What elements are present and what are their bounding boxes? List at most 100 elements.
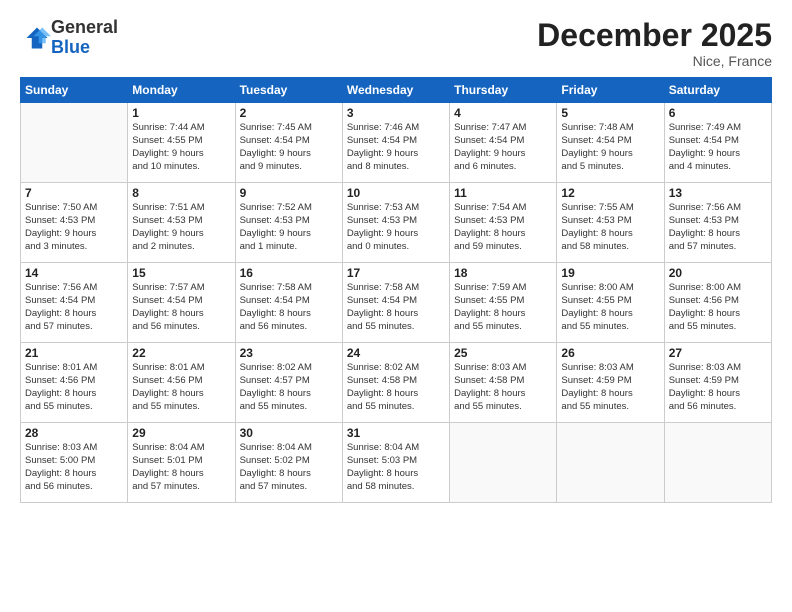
calendar-cell: 13 Sunrise: 7:56 AMSunset: 4:53 PMDayligh… xyxy=(664,183,771,263)
weekday-header-row: SundayMondayTuesdayWednesdayThursdayFrid… xyxy=(21,78,772,103)
calendar-cell: 11Sunrise: 7:54 AMSunset: 4:53 PMDayligh… xyxy=(450,183,557,263)
weekday-header-sunday: Sunday xyxy=(21,78,128,103)
logo: General Blue xyxy=(20,18,118,58)
calendar-cell: 8Sunrise: 7:51 AMSunset: 4:53 PMDaylight… xyxy=(128,183,235,263)
day-number: 24 xyxy=(347,346,445,360)
weekday-header-monday: Monday xyxy=(128,78,235,103)
day-info: Sunrise: 7:59 AMSunset: 4:55 PMDaylight:… xyxy=(454,282,552,333)
day-number: 15 xyxy=(132,266,230,280)
day-info: Sunrise: 8:00 AMSunset: 4:55 PMDaylight:… xyxy=(561,282,659,333)
day-number: 19 xyxy=(561,266,659,280)
calendar-cell xyxy=(21,103,128,183)
day-number: 10 xyxy=(347,186,445,200)
calendar: SundayMondayTuesdayWednesdayThursdayFrid… xyxy=(20,77,772,503)
day-info: Sunrise: 7:54 AMSunset: 4:53 PMDaylight:… xyxy=(454,202,552,253)
week-row-4: 21 Sunrise: 8:01 AMSunset: 4:56 PMDayligh… xyxy=(21,343,772,423)
logo-blue: Blue xyxy=(51,38,118,58)
day-info: Sunrise: 7:55 AMSunset: 4:53 PMDaylight:… xyxy=(561,202,659,253)
calendar-cell: 30 Sunrise: 8:04 AMSunset: 5:02 PMDayligh… xyxy=(235,423,342,503)
calendar-cell: 7 Sunrise: 7:50 AMSunset: 4:53 PMDaylight… xyxy=(21,183,128,263)
calendar-cell: 22Sunrise: 8:01 AMSunset: 4:56 PMDayligh… xyxy=(128,343,235,423)
day-info: Sunrise: 8:04 AMSunset: 5:02 PMDaylight:… xyxy=(240,442,338,493)
day-info: Sunrise: 7:49 AMSunset: 4:54 PMDaylight:… xyxy=(669,122,767,173)
day-number: 7 xyxy=(25,186,123,200)
calendar-cell xyxy=(664,423,771,503)
day-number: 29 xyxy=(132,426,230,440)
calendar-cell xyxy=(557,423,664,503)
calendar-cell: 31 Sunrise: 8:04 AMSunset: 5:03 PMDayligh… xyxy=(342,423,449,503)
day-info: Sunrise: 7:50 AMSunset: 4:53 PMDaylight:… xyxy=(25,202,123,253)
weekday-header-tuesday: Tuesday xyxy=(235,78,342,103)
calendar-cell: 15 Sunrise: 7:57 AMSunset: 4:54 PMDayligh… xyxy=(128,263,235,343)
week-row-5: 28Sunrise: 8:03 AMSunset: 5:00 PMDayligh… xyxy=(21,423,772,503)
logo-general: General xyxy=(51,18,118,38)
day-info: Sunrise: 7:47 AMSunset: 4:54 PMDaylight:… xyxy=(454,122,552,173)
calendar-cell: 3 Sunrise: 7:46 AMSunset: 4:54 PMDaylight… xyxy=(342,103,449,183)
day-number: 31 xyxy=(347,426,445,440)
day-number: 17 xyxy=(347,266,445,280)
calendar-cell: 20 Sunrise: 8:00 AMSunset: 4:56 PMDayligh… xyxy=(664,263,771,343)
day-number: 30 xyxy=(240,426,338,440)
week-row-2: 7 Sunrise: 7:50 AMSunset: 4:53 PMDaylight… xyxy=(21,183,772,263)
day-info: Sunrise: 8:02 AMSunset: 4:58 PMDaylight:… xyxy=(347,362,445,413)
day-number: 12 xyxy=(561,186,659,200)
calendar-cell: 29 Sunrise: 8:04 AMSunset: 5:01 PMDayligh… xyxy=(128,423,235,503)
day-info: Sunrise: 8:01 AMSunset: 4:56 PMDaylight:… xyxy=(25,362,123,413)
day-info: Sunrise: 8:04 AMSunset: 5:01 PMDaylight:… xyxy=(132,442,230,493)
calendar-cell: 23 Sunrise: 8:02 AMSunset: 4:57 PMDayligh… xyxy=(235,343,342,423)
day-info: Sunrise: 7:53 AMSunset: 4:53 PMDaylight:… xyxy=(347,202,445,253)
day-number: 13 xyxy=(669,186,767,200)
calendar-cell: 21 Sunrise: 8:01 AMSunset: 4:56 PMDayligh… xyxy=(21,343,128,423)
calendar-cell: 24 Sunrise: 8:02 AMSunset: 4:58 PMDayligh… xyxy=(342,343,449,423)
weekday-header-thursday: Thursday xyxy=(450,78,557,103)
day-info: Sunrise: 8:00 AMSunset: 4:56 PMDaylight:… xyxy=(669,282,767,333)
day-number: 2 xyxy=(240,106,338,120)
calendar-cell: 26Sunrise: 8:03 AMSunset: 4:59 PMDayligh… xyxy=(557,343,664,423)
title-area: December 2025 Nice, France xyxy=(537,18,772,69)
day-number: 20 xyxy=(669,266,767,280)
day-info: Sunrise: 7:51 AMSunset: 4:53 PMDaylight:… xyxy=(132,202,230,253)
day-number: 16 xyxy=(240,266,338,280)
calendar-cell: 1Sunrise: 7:44 AMSunset: 4:55 PMDaylight… xyxy=(128,103,235,183)
day-info: Sunrise: 7:48 AMSunset: 4:54 PMDaylight:… xyxy=(561,122,659,173)
day-info: Sunrise: 8:03 AMSunset: 4:59 PMDaylight:… xyxy=(561,362,659,413)
logo-icon xyxy=(23,24,51,52)
day-info: Sunrise: 8:03 AMSunset: 4:58 PMDaylight:… xyxy=(454,362,552,413)
calendar-cell: 19 Sunrise: 8:00 AMSunset: 4:55 PMDayligh… xyxy=(557,263,664,343)
calendar-cell: 2Sunrise: 7:45 AMSunset: 4:54 PMDaylight… xyxy=(235,103,342,183)
calendar-cell: 16 Sunrise: 7:58 AMSunset: 4:54 PMDayligh… xyxy=(235,263,342,343)
day-number: 5 xyxy=(561,106,659,120)
day-info: Sunrise: 7:44 AMSunset: 4:55 PMDaylight:… xyxy=(132,122,230,173)
day-number: 9 xyxy=(240,186,338,200)
weekday-header-friday: Friday xyxy=(557,78,664,103)
day-number: 25 xyxy=(454,346,552,360)
day-info: Sunrise: 7:46 AMSunset: 4:54 PMDaylight:… xyxy=(347,122,445,173)
day-number: 27 xyxy=(669,346,767,360)
calendar-cell: 9 Sunrise: 7:52 AMSunset: 4:53 PMDaylight… xyxy=(235,183,342,263)
calendar-cell: 14 Sunrise: 7:56 AMSunset: 4:54 PMDayligh… xyxy=(21,263,128,343)
calendar-cell: 18Sunrise: 7:59 AMSunset: 4:55 PMDayligh… xyxy=(450,263,557,343)
calendar-cell: 17Sunrise: 7:58 AMSunset: 4:54 PMDayligh… xyxy=(342,263,449,343)
calendar-cell: 28Sunrise: 8:03 AMSunset: 5:00 PMDayligh… xyxy=(21,423,128,503)
calendar-cell: 25 Sunrise: 8:03 AMSunset: 4:58 PMDayligh… xyxy=(450,343,557,423)
day-info: Sunrise: 7:56 AMSunset: 4:54 PMDaylight:… xyxy=(25,282,123,333)
day-number: 23 xyxy=(240,346,338,360)
day-info: Sunrise: 7:57 AMSunset: 4:54 PMDaylight:… xyxy=(132,282,230,333)
weekday-header-wednesday: Wednesday xyxy=(342,78,449,103)
day-info: Sunrise: 8:02 AMSunset: 4:57 PMDaylight:… xyxy=(240,362,338,413)
day-info: Sunrise: 7:58 AMSunset: 4:54 PMDaylight:… xyxy=(240,282,338,333)
day-number: 21 xyxy=(25,346,123,360)
day-info: Sunrise: 8:04 AMSunset: 5:03 PMDaylight:… xyxy=(347,442,445,493)
day-info: Sunrise: 8:01 AMSunset: 4:56 PMDaylight:… xyxy=(132,362,230,413)
calendar-cell: 10 Sunrise: 7:53 AMSunset: 4:53 PMDayligh… xyxy=(342,183,449,263)
day-number: 14 xyxy=(25,266,123,280)
calendar-cell: 12 Sunrise: 7:55 AMSunset: 4:53 PMDayligh… xyxy=(557,183,664,263)
week-row-3: 14 Sunrise: 7:56 AMSunset: 4:54 PMDayligh… xyxy=(21,263,772,343)
calendar-cell: 5 Sunrise: 7:48 AMSunset: 4:54 PMDaylight… xyxy=(557,103,664,183)
day-info: Sunrise: 7:52 AMSunset: 4:53 PMDaylight:… xyxy=(240,202,338,253)
day-info: Sunrise: 7:56 AMSunset: 4:53 PMDaylight:… xyxy=(669,202,767,253)
week-row-1: 1Sunrise: 7:44 AMSunset: 4:55 PMDaylight… xyxy=(21,103,772,183)
day-number: 28 xyxy=(25,426,123,440)
day-number: 3 xyxy=(347,106,445,120)
logo-text: General Blue xyxy=(51,18,118,58)
